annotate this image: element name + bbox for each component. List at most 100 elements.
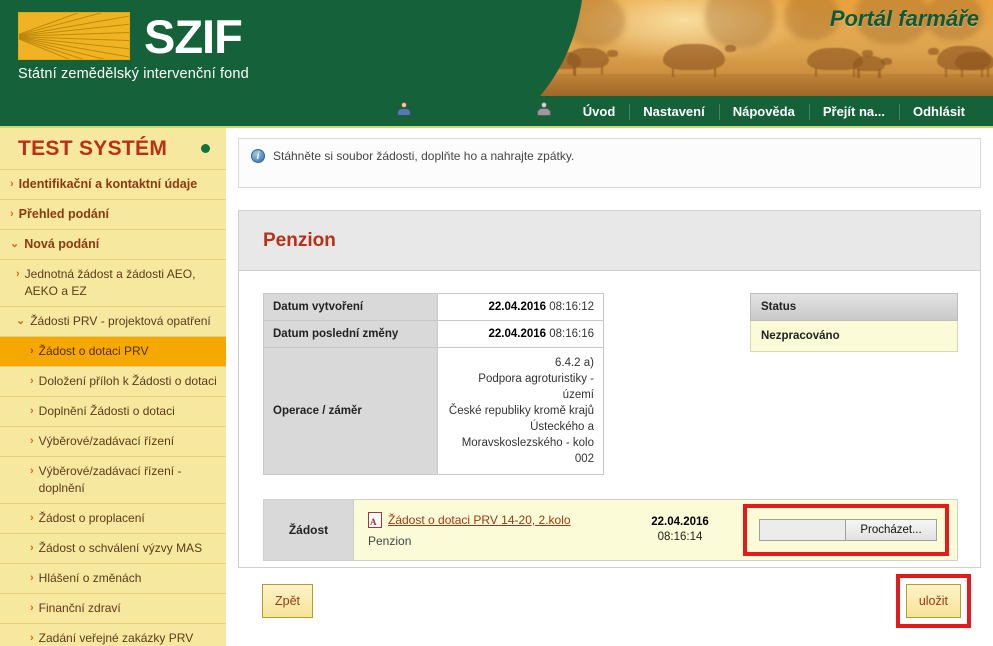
- chevron-right-icon: ›: [30, 602, 34, 614]
- chevron-right-icon: ›: [30, 632, 34, 644]
- operace-zamer-line: České republiky kromě krajů: [448, 405, 594, 417]
- sidebar-title-bar: TEST SYSTÉM: [0, 128, 226, 170]
- chevron-right-icon: ›: [30, 375, 34, 387]
- sidebar-item-label: Finanční zdraví: [38, 601, 121, 615]
- nav-link-list: Úvod Nastavení Nápověda Přejít na... Odh…: [569, 96, 979, 128]
- info-message-bar: i Stáhněte si soubor žádosti, doplňte ho…: [238, 138, 981, 188]
- operace-zamer-line: Moravskoslezského - kolo 002: [461, 437, 594, 465]
- table-row: Datum poslední změny 22.04.2016 08:16:16: [263, 320, 604, 348]
- system-status-dot-icon: [201, 144, 210, 153]
- nav-link-nastaveni[interactable]: Nastavení: [629, 96, 718, 128]
- back-button[interactable]: Zpět: [262, 584, 314, 618]
- sidebar-item-prehled-podani[interactable]: › Přehled podání: [0, 200, 226, 230]
- row-key-operace-zamer: Operace / záměr: [263, 347, 438, 475]
- sidebar-item-vyberove-rizeni-doplneni[interactable]: › Výběrové/zadávací řízení - doplnění: [0, 457, 226, 504]
- sidebar-item-label: Žádost o dotaci PRV: [38, 344, 149, 358]
- application-panel: Penzion Datum vytvoření 22.04.2016 08:16…: [238, 210, 981, 568]
- sidebar-item-list: › Identifikační a kontaktní údaje › Přehled…: [0, 170, 226, 646]
- sidebar-item-jednotna-zadost[interactable]: › Jednotná žádost a žádosti AEO, AEKO a E…: [0, 260, 226, 307]
- status-box: Status Nezpracováno: [750, 293, 958, 475]
- operace-zamer-lines: 6.4.2 a) Podpora agroturistiky - území Čes…: [447, 355, 594, 467]
- sidebar-item-label: Doplnění Žádosti o dotaci: [38, 404, 175, 418]
- zadost-file-row: Žádost Žádost o dotaci PRV 14-20, 2.kolo…: [263, 499, 958, 561]
- zadost-row-label: Žádost: [264, 500, 354, 560]
- datum-posledni-zmeny-date: 22.04.2016: [488, 328, 547, 340]
- sidebar-item-zadani-verejne-zakazky[interactable]: › Zadání veřejné zakázky PRV: [0, 624, 226, 646]
- zadost-date: 22.04.2016: [651, 516, 709, 528]
- sidebar-item-dolozeni-priloh[interactable]: › Doložení příloh k Žádosti o dotaci: [0, 367, 226, 397]
- sidebar-item-doplneni-zadosti[interactable]: › Doplnění Žádosti o dotaci: [0, 397, 226, 427]
- chevron-right-icon: ›: [30, 435, 34, 447]
- operace-zamer-line: Podpora agroturistiky - území: [478, 373, 594, 401]
- sidebar-item-label: Zadání veřejné zakázky PRV: [38, 631, 194, 645]
- site-header-banner: SZIF Státní zemědělský intervenční fond …: [0, 0, 993, 96]
- brand-block: SZIF Státní zemědělský intervenční fond: [18, 12, 249, 82]
- zadost-upload-cell: Procházet...: [739, 500, 957, 560]
- szif-sunburst-logo-icon: [18, 12, 130, 60]
- file-path-input[interactable]: [759, 519, 845, 541]
- page-title: Penzion: [263, 229, 336, 251]
- sidebar-item-zadost-schvaleni-vyzvy-mas[interactable]: › Žádost o schválení výzvy MAS: [0, 534, 226, 564]
- sidebar-item-label: Hlášení o změnách: [38, 571, 142, 585]
- sidebar-item-vyberove-rizeni[interactable]: › Výběrové/zadávací řízení: [0, 427, 226, 457]
- sidebar-item-label: Žádost o schválení výzvy MAS: [38, 541, 203, 555]
- brand-subtitle: Státní zemědělský intervenční fond: [18, 66, 249, 82]
- chevron-right-icon: ›: [10, 208, 14, 220]
- zadost-time: 08:16:14: [657, 531, 703, 543]
- sidebar-item-nova-podani[interactable]: ⌄ Nová podání: [0, 230, 226, 260]
- operace-zamer-line: 6.4.2 a): [555, 357, 594, 369]
- sidebar-item-zadost-o-proplaceni[interactable]: › Žádost o proplacení: [0, 504, 226, 534]
- user-profile-icon[interactable]: [396, 101, 412, 117]
- row-key-datum-posledni-zmeny: Datum poslední změny: [263, 320, 438, 348]
- zadost-download-link[interactable]: Žádost o dotaci PRV 14-20, 2.kolo: [388, 513, 571, 527]
- status-badge: Nezpracováno: [750, 321, 958, 352]
- table-row: Datum vytvoření 22.04.2016 08:16:12: [263, 293, 604, 321]
- chevron-right-icon: ›: [30, 542, 34, 554]
- main-content: i Stáhněte si soubor žádosti, doplňte ho…: [228, 128, 993, 646]
- sidebar-item-label: Výběrové/zadávací řízení: [38, 434, 175, 448]
- chevron-right-icon: ›: [16, 268, 20, 280]
- sidebar-item-zadosti-prv[interactable]: ⌄ Žádosti PRV - projektová opatření: [0, 307, 226, 337]
- sidebar-item-label: Žádost o proplacení: [38, 511, 145, 525]
- chevron-right-icon: ›: [30, 405, 34, 417]
- sidebar-item-label: Jednotná žádost a žádosti AEO, AEKO a EZ: [24, 267, 196, 298]
- portal-title: Portál farmáře: [829, 6, 979, 31]
- chevron-right-icon: ›: [30, 512, 34, 524]
- zadost-sub-label: Penzion: [368, 534, 412, 548]
- page-root: SZIF Státní zemědělský intervenční fond …: [0, 0, 993, 646]
- sidebar-item-hlaseni-o-zmenach[interactable]: › Hlášení o změnách: [0, 564, 226, 594]
- stamp-icon[interactable]: [536, 101, 552, 117]
- chevron-down-icon: ⌄: [16, 315, 26, 327]
- nav-link-napoveda[interactable]: Nápověda: [718, 96, 809, 128]
- chevron-right-icon: ›: [10, 178, 14, 190]
- sidebar: TEST SYSTÉM › Identifikační a kontaktní ú…: [0, 128, 228, 646]
- sidebar-item-label: Žádosti PRV - projektová opatření: [30, 314, 211, 328]
- file-upload-control[interactable]: Procházet...: [759, 519, 937, 541]
- zadost-file-info: Žádost o dotaci PRV 14-20, 2.kolo Penzio…: [354, 500, 621, 560]
- row-value-operace-zamer: 6.4.2 a) Podpora agroturistiky - území Čes…: [437, 347, 604, 475]
- nav-link-odhlasit[interactable]: Odhlásit: [898, 96, 979, 128]
- nav-link-uvod[interactable]: Úvod: [569, 96, 630, 128]
- info-message-text: Stáhněte si soubor žádosti, doplňte ho a…: [273, 149, 575, 163]
- sidebar-item-label: Výběrové/zadávací řízení - doplnění: [38, 464, 182, 495]
- status-header: Status: [750, 293, 958, 321]
- table-row: Operace / záměr 6.4.2 a) Podpora agroturi…: [263, 347, 604, 475]
- sidebar-item-label: Přehled podání: [18, 207, 109, 221]
- row-key-datum-vytvoreni: Datum vytvoření: [263, 293, 438, 321]
- save-button[interactable]: uložit: [905, 584, 961, 618]
- browse-button[interactable]: Procházet...: [845, 519, 937, 541]
- sidebar-item-identifikacni-udaje[interactable]: › Identifikační a kontaktní údaje: [0, 170, 226, 200]
- page-layout: TEST SYSTÉM › Identifikační a kontaktní ú…: [0, 128, 993, 646]
- sidebar-item-label: Identifikační a kontaktní údaje: [18, 177, 198, 191]
- brand-name: SZIF: [144, 9, 243, 63]
- nav-link-prejit-na[interactable]: Přejít na...: [808, 96, 899, 128]
- chevron-down-icon: ⌄: [10, 238, 20, 250]
- chevron-right-icon: ›: [30, 465, 34, 477]
- panel-header: Penzion: [239, 211, 980, 271]
- sidebar-item-financni-zdravi[interactable]: › Finanční zdraví: [0, 594, 226, 624]
- operace-zamer-line: Ústeckého a: [530, 421, 594, 433]
- sidebar-item-label: Doložení příloh k Žádosti o dotaci: [38, 374, 217, 388]
- sidebar-item-zadost-o-dotaci-prv[interactable]: › Žádost o dotaci PRV: [0, 337, 226, 367]
- row-value-datum-vytvoreni: 22.04.2016 08:16:12: [437, 293, 604, 321]
- datum-posledni-zmeny-time: 08:16:16: [549, 328, 594, 340]
